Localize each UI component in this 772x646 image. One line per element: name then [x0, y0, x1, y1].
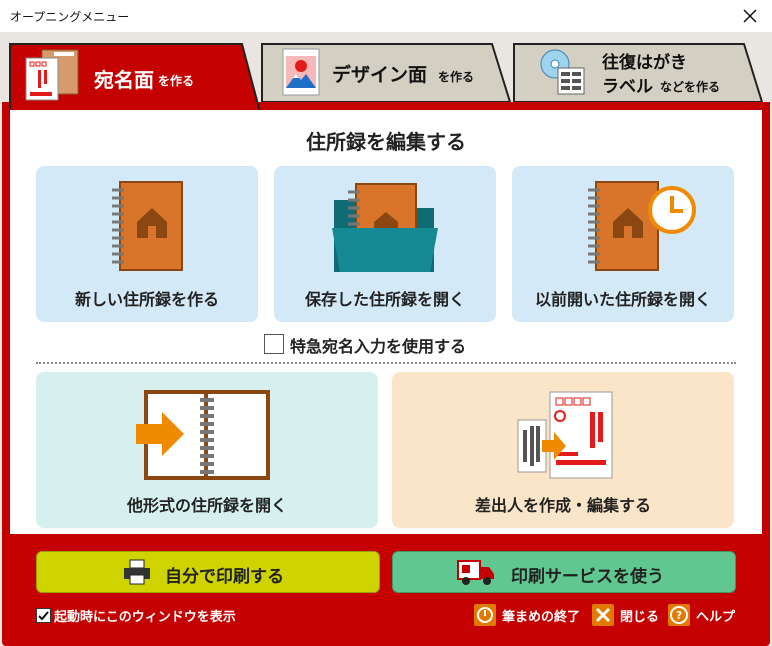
open-saved-address-book-button[interactable]: 保存した住所録を開く — [274, 166, 496, 322]
window-frame: デザイン面 を作る 往復はがき ラベル などを作る 宛名面 を作る 住所録を編集… — [0, 32, 772, 646]
show-on-startup-label: 起動時にこのウィンドウを表示 — [54, 610, 236, 625]
sender-edit-label: 差出人を作成・編集する — [474, 496, 651, 515]
quit-icon[interactable] — [474, 604, 496, 626]
tab-address-label: 宛名面 — [94, 68, 154, 92]
tab-design-label: デザイン面 — [332, 64, 428, 86]
sender-edit-button[interactable]: 差出人を作成・編集する — [392, 372, 734, 528]
print-service-button[interactable]: 印刷サービスを使う — [392, 551, 736, 593]
section-divider — [36, 362, 736, 364]
delivery-truck-icon — [457, 560, 494, 585]
help-label[interactable]: ヘルプ — [696, 606, 735, 625]
address-card-icon — [25, 49, 79, 101]
special-input-checkbox[interactable] — [264, 334, 284, 354]
address-book-panel: 住所録を編集する 新しい住所録を作る 保存した住所録を開く 以前開いた住所録を開… — [10, 110, 762, 534]
open-recent-address-book-label: 以前開いた住所録を開く — [534, 290, 711, 309]
show-on-startup-checkbox[interactable] — [36, 608, 51, 623]
new-address-book-label: 新しい住所録を作る — [74, 290, 219, 309]
tab-address-sublabel: を作る — [158, 74, 195, 88]
open-other-format-button[interactable]: 他形式の住所録を開く — [36, 372, 378, 528]
address-book-icon — [112, 181, 183, 271]
tab-reply-sublabel: などを作る — [660, 80, 721, 94]
open-recent-address-book-button[interactable]: 以前開いた住所録を開く — [512, 166, 734, 322]
close-label[interactable]: 閉じる — [620, 606, 659, 625]
section-heading: 住所録を編集する — [306, 130, 466, 154]
svg-text:?: ? — [676, 609, 682, 622]
tab-reply-label-line1: 往復はがき — [602, 53, 687, 73]
print-service-label: 印刷サービスを使う — [511, 567, 664, 587]
print-self-label: 自分で印刷する — [165, 567, 284, 587]
open-other-format-label: 他形式の住所録を開く — [126, 496, 287, 515]
special-input-label: 特急宛名入力を使用する — [290, 337, 467, 356]
checkmark-icon — [38, 611, 49, 621]
sender-postcard-icon — [517, 391, 613, 479]
window-title: オープニングメニュー — [10, 10, 130, 24]
close-icon[interactable] — [592, 604, 614, 626]
clock-icon — [648, 186, 696, 234]
help-icon[interactable]: ? — [668, 604, 690, 626]
folder-address-book-icon — [332, 183, 438, 272]
tab-address[interactable]: 宛名面 を作る — [6, 42, 262, 114]
quit-label[interactable]: 筆まめの終了 — [502, 606, 580, 625]
tab-design[interactable]: デザイン面 を作る — [258, 42, 512, 104]
close-window-icon[interactable] — [738, 4, 762, 28]
printer-icon — [124, 559, 150, 585]
title-bar: オープニングメニュー — [0, 0, 772, 33]
disc-label-icon — [540, 49, 585, 95]
design-card-icon — [282, 48, 320, 96]
tab-reply-postcard[interactable]: 往復はがき ラベル などを作る — [512, 42, 764, 104]
tab-design-sublabel: を作る — [438, 70, 475, 84]
print-self-button[interactable]: 自分で印刷する — [36, 551, 380, 593]
tab-reply-label-line2: ラベル — [602, 77, 653, 97]
import-book-icon — [136, 390, 270, 480]
open-saved-address-book-label: 保存した住所録を開く — [304, 290, 465, 309]
new-address-book-button[interactable]: 新しい住所録を作る — [36, 166, 258, 322]
